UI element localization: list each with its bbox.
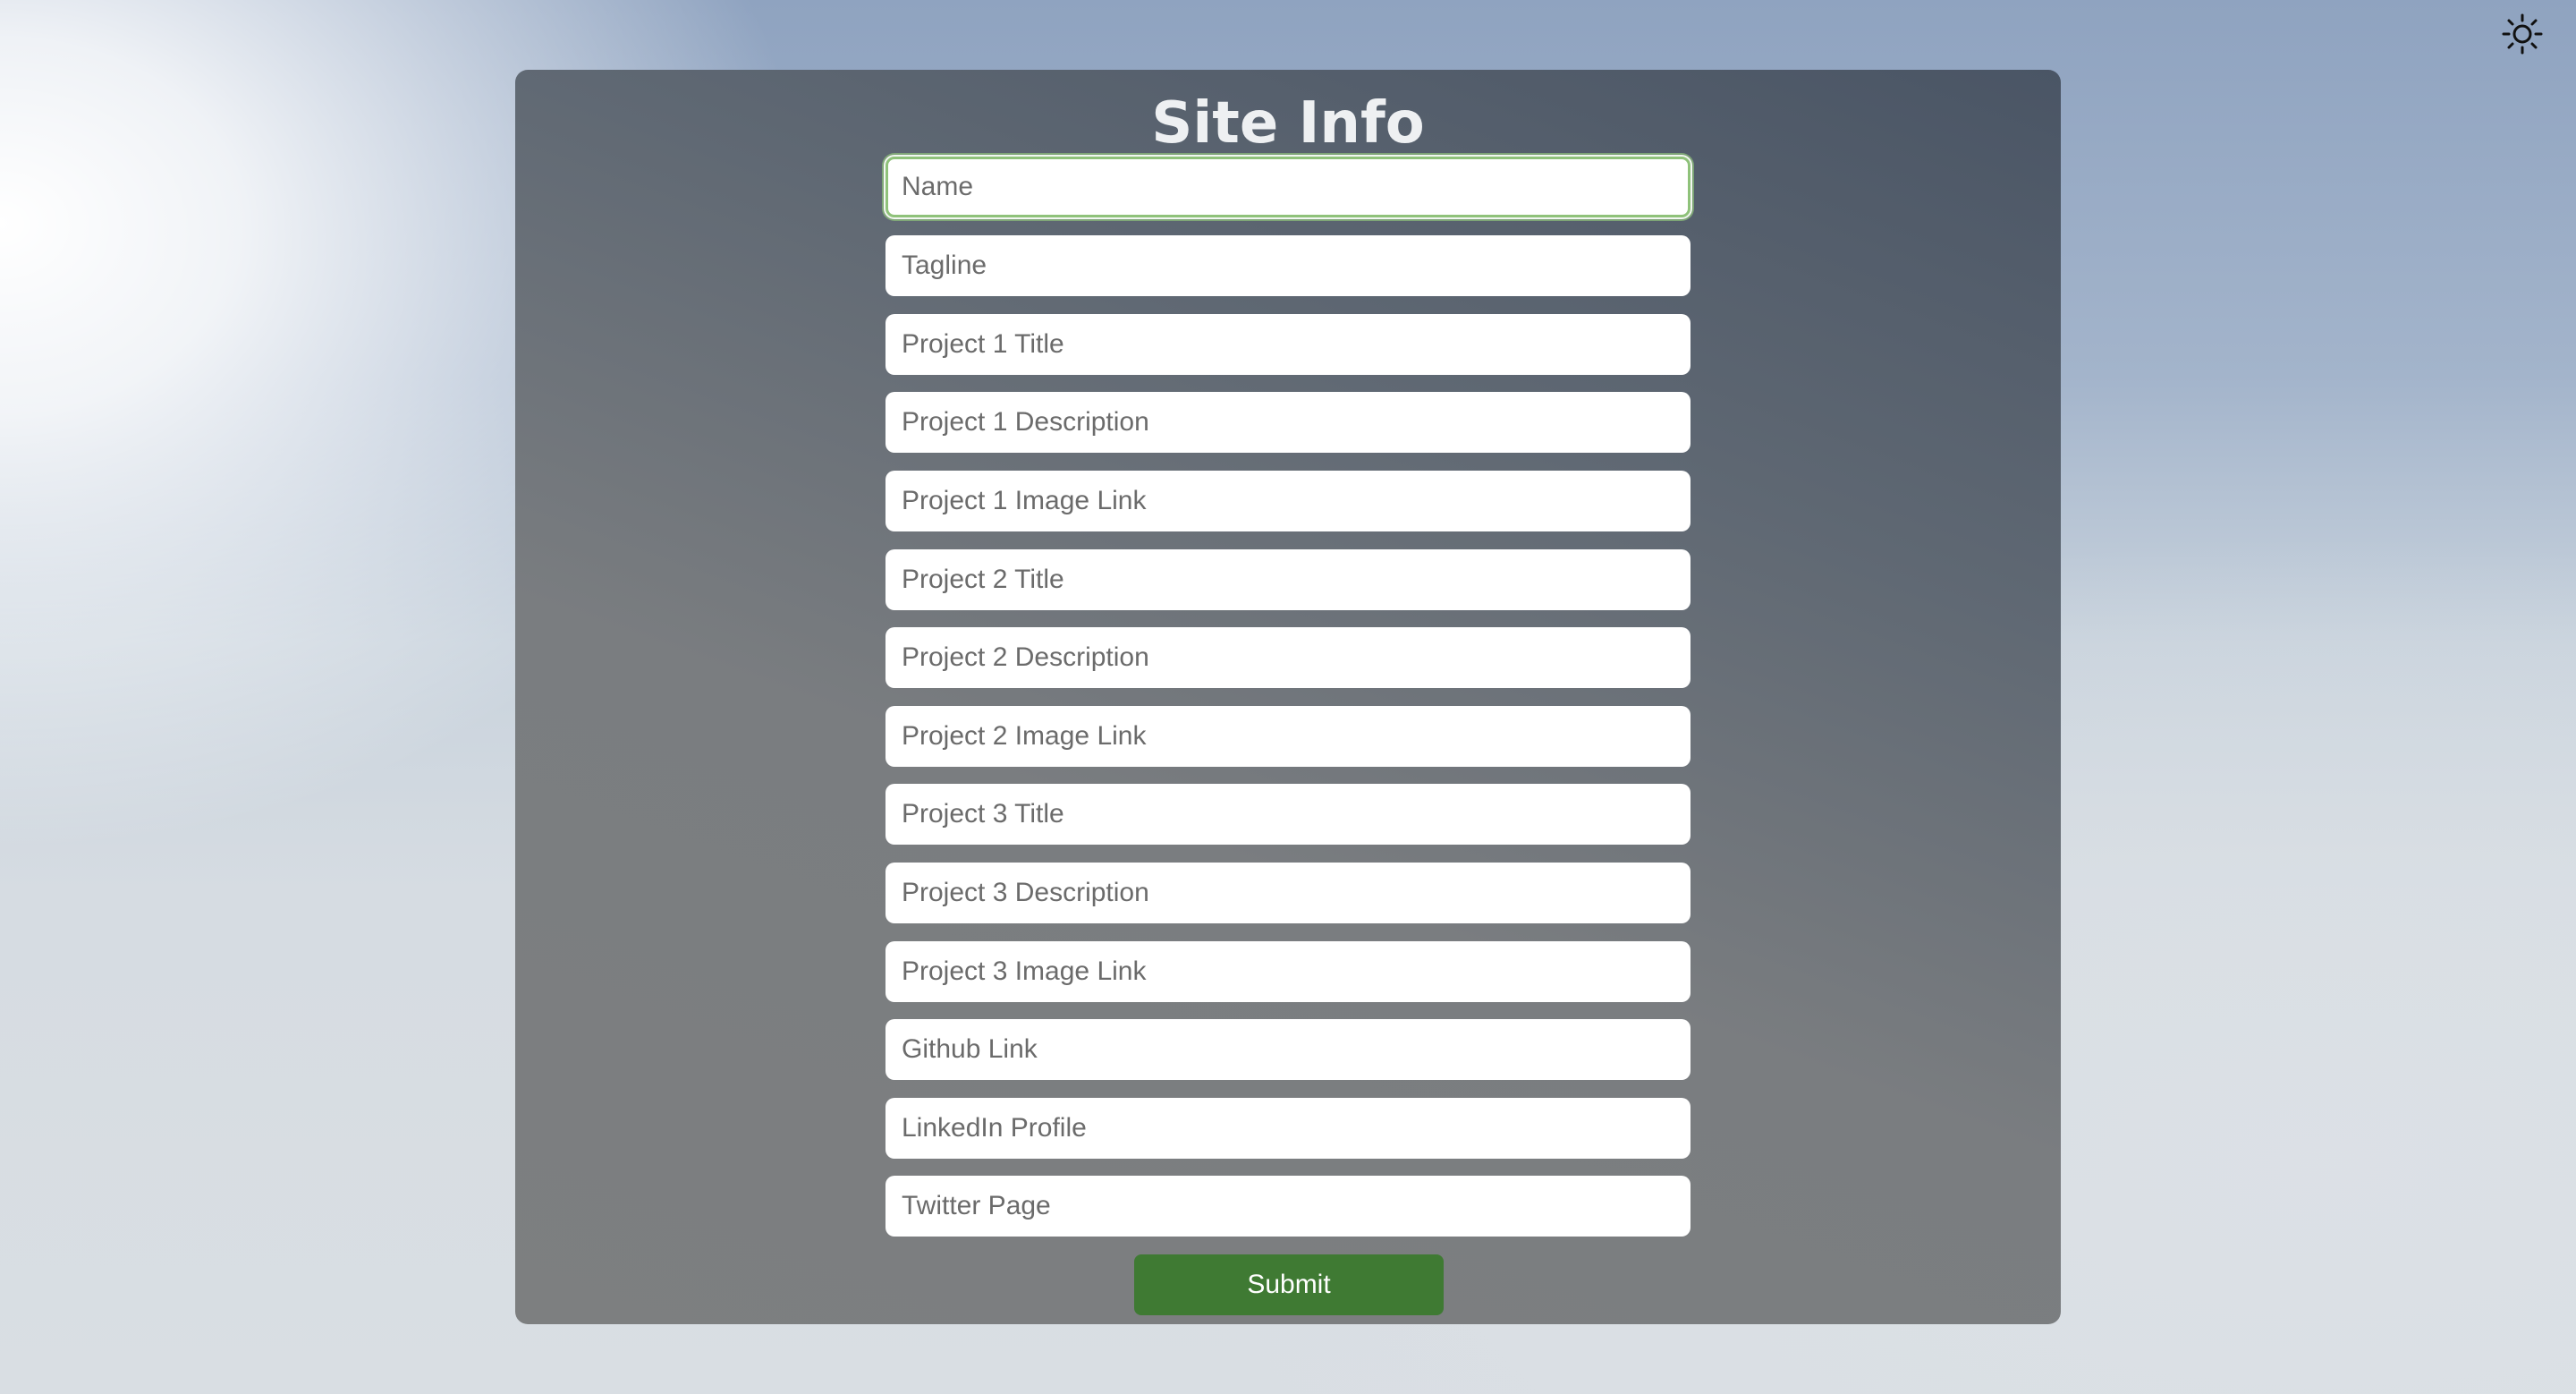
tagline-field[interactable] xyxy=(886,235,1690,296)
project-2-description-field[interactable] xyxy=(886,627,1690,688)
project-1-title-field[interactable] xyxy=(886,314,1690,375)
theme-toggle-button[interactable] xyxy=(2501,13,2544,55)
project-3-image-link-field[interactable] xyxy=(886,941,1690,1002)
sun-icon xyxy=(2502,13,2543,55)
form-title: Site Info xyxy=(1151,90,1425,157)
project-1-description-field[interactable] xyxy=(886,392,1690,453)
project-2-image-link-field[interactable] xyxy=(886,706,1690,767)
project-3-description-field[interactable] xyxy=(886,863,1690,923)
project-2-title-field[interactable] xyxy=(886,549,1690,610)
twitter-page-field[interactable] xyxy=(886,1176,1690,1237)
project-3-title-field[interactable] xyxy=(886,784,1690,845)
github-link-field[interactable] xyxy=(886,1019,1690,1080)
name-field[interactable] xyxy=(886,157,1690,217)
site-info-form: Site Info Submit xyxy=(515,70,2061,1324)
linkedin-profile-field[interactable] xyxy=(886,1098,1690,1159)
project-1-image-link-field[interactable] xyxy=(886,471,1690,531)
submit-button[interactable]: Submit xyxy=(1134,1254,1444,1315)
